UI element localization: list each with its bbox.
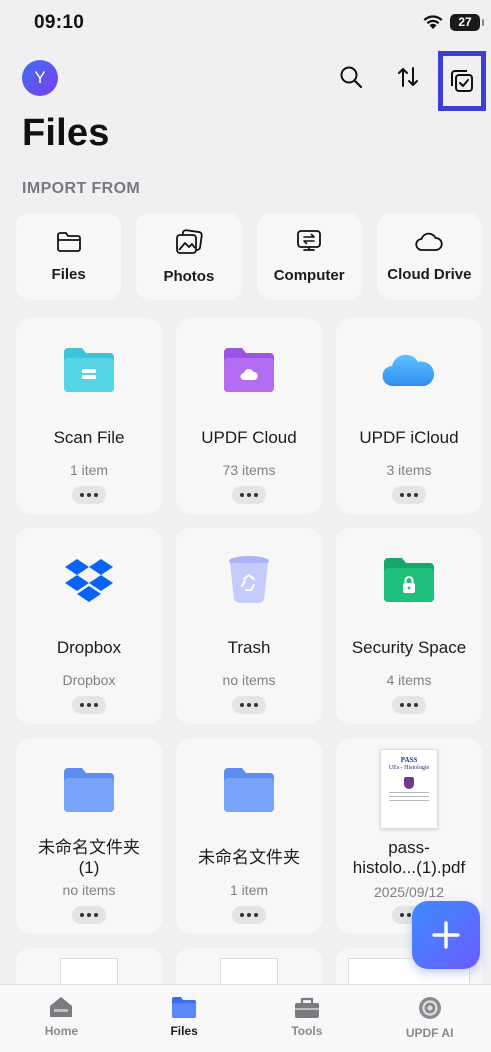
more-options-button[interactable] [232,486,266,504]
home-icon [50,997,73,1017]
import-photos-button[interactable]: Photos [136,213,242,300]
item-meta: 4 items [386,672,432,688]
item-name: Scan File [53,428,125,447]
pdf-thumb-subtitle: UEs - Histologie [388,765,430,771]
tab-label: Files [170,1024,198,1038]
item-name: Trash [227,638,271,657]
item-name: 未命名文件夹 [198,848,300,867]
item-meta: Dropbox [62,672,116,688]
computer-transfer-icon [297,230,322,251]
grid-item-updf-icloud[interactable]: UPDF iCloud 3 items [336,318,482,514]
import-files-label: Files [51,266,86,283]
grid-item-security-space[interactable]: Security Space 4 items [336,528,482,724]
plus-icon [432,921,460,949]
more-options-button[interactable] [232,906,266,924]
item-meta: no items [222,672,276,688]
cloud-outline-icon [415,232,444,251]
item-name: pass- histolo...(1).pdf [352,838,466,877]
item-name: Dropbox [56,638,122,657]
import-computer-label: Computer [273,267,345,284]
folder-outline-icon [56,232,81,252]
item-name: UPDF iCloud [359,428,459,447]
multi-select-icon [451,70,473,92]
trash-icon [229,556,269,604]
photos-icon [175,229,203,254]
grid-item-updf-cloud[interactable]: UPDF Cloud 73 items [176,318,322,514]
search-icon [340,66,363,89]
battery-indicator: 27 [450,14,484,31]
more-options-button[interactable] [72,906,106,924]
pdf-thumbnail: PASS UEs - Histologie [380,749,438,829]
security-folder-icon [384,558,434,602]
search-button[interactable] [334,60,368,94]
add-button[interactable] [412,901,480,969]
grid-item-partial[interactable] [16,948,162,988]
file-grid: Scan File 1 item UPDF Cloud 73 items UPD… [16,318,482,988]
folder-icon [224,768,274,812]
tab-files[interactable]: Files [123,985,246,1052]
status-bar: 09:10 27 [0,0,491,44]
grid-item-folder-unnamed-1[interactable]: 未命名文件夹 (1) no items [16,738,162,934]
item-name: UPDF Cloud [201,428,297,447]
import-sources: Files Photos Computer Cloud Drive [16,213,482,300]
wifi-icon [423,15,443,29]
status-time: 09:10 [34,12,85,33]
pdf-thumb-title: PASS [400,756,418,764]
item-meta: no items [62,882,116,898]
updf-ai-icon [418,997,441,1019]
pdf-logo-icon [404,777,414,789]
import-cloud-drive-button[interactable]: Cloud Drive [376,213,482,300]
item-meta: 73 items [222,462,276,478]
more-options-button[interactable] [392,696,426,714]
grid-item-dropbox[interactable]: Dropbox Dropbox [16,528,162,724]
import-files-button[interactable]: Files [16,213,122,300]
grid-item-partial[interactable] [176,948,322,988]
tab-bar: Home Files Tools UPDF AI [0,984,491,1052]
item-name: Security Space [351,638,467,657]
tab-updf-ai[interactable]: UPDF AI [368,985,491,1052]
import-photos-label: Photos [163,268,215,285]
grid-item-folder-unnamed[interactable]: 未命名文件夹 1 item [176,738,322,934]
item-meta: 2025/09/12 [373,884,445,900]
item-meta: 3 items [386,462,432,478]
item-meta: 1 item [69,462,109,478]
tab-label: Home [44,1024,79,1038]
sort-icon [398,67,418,87]
tab-label: UPDF AI [405,1026,454,1040]
more-options-button[interactable] [392,486,426,504]
files-icon [172,997,197,1018]
item-name: 未命名文件夹 (1) [38,838,140,877]
sort-button[interactable] [391,60,425,94]
more-options-button[interactable] [72,696,106,714]
updf-cloud-folder-icon [224,348,274,392]
grid-item-scan-file[interactable]: Scan File 1 item [16,318,162,514]
import-cloud-drive-label: Cloud Drive [387,266,472,283]
select-mode-button[interactable] [438,51,486,111]
scan-folder-icon [64,348,114,392]
tab-home[interactable]: Home [0,985,123,1052]
grid-item-trash[interactable]: Trash no items [176,528,322,724]
more-options-button[interactable] [232,696,266,714]
icloud-icon [382,354,434,387]
tab-label: Tools [291,1024,323,1038]
item-meta: 1 item [229,882,269,898]
more-options-button[interactable] [72,486,106,504]
tab-tools[interactable]: Tools [246,985,369,1052]
folder-icon [64,768,114,812]
import-section-label: IMPORT FROM [22,180,141,197]
dropbox-icon [65,559,113,602]
import-computer-button[interactable]: Computer [256,213,362,300]
tools-icon [294,997,319,1018]
avatar[interactable]: Y [22,60,58,96]
page-title: Files [22,112,110,154]
